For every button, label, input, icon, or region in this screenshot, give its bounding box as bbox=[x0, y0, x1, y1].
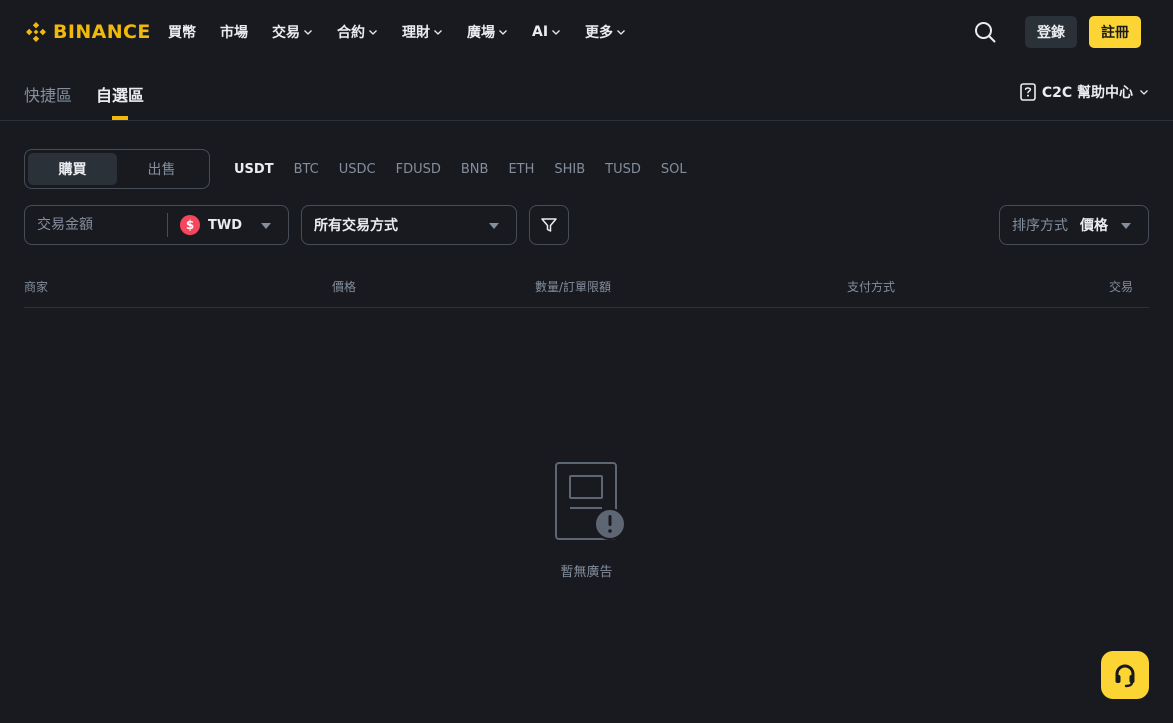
nav-item-buy-crypto[interactable]: 買幣 bbox=[168, 22, 196, 42]
filter-button[interactable] bbox=[529, 205, 569, 245]
payment-method-value: 所有交易方式 bbox=[314, 218, 398, 234]
coin-tab-usdc[interactable]: USDC bbox=[339, 160, 376, 180]
nav-item-square[interactable]: 廣場 bbox=[467, 22, 508, 42]
column-header-payment: 支付方式 bbox=[847, 280, 896, 294]
binance-logo-icon bbox=[26, 22, 46, 42]
tab-p2p[interactable]: 自選區 bbox=[96, 84, 144, 120]
table-header-divider bbox=[24, 307, 1149, 308]
nav-item-ai[interactable]: AI bbox=[532, 24, 561, 40]
caret-down-icon bbox=[489, 223, 499, 229]
column-header-merchant: 商家 bbox=[24, 280, 49, 294]
nav-item-markets[interactable]: 市場 bbox=[220, 22, 248, 42]
nav-item-label: AI bbox=[532, 24, 549, 40]
nav-actions: 登錄 註冊 bbox=[973, 16, 1141, 48]
tab-express[interactable]: 快捷區 bbox=[24, 84, 72, 120]
nav-item-trade[interactable]: 交易 bbox=[272, 22, 313, 42]
payment-method-select[interactable]: 所有交易方式 bbox=[301, 205, 517, 245]
sort-label: 排序方式 bbox=[1012, 218, 1068, 234]
fiat-label: TWD bbox=[208, 217, 242, 233]
coin-tab-sol[interactable]: SOL bbox=[661, 160, 687, 180]
login-button[interactable]: 登錄 bbox=[1025, 16, 1077, 48]
register-button[interactable]: 註冊 bbox=[1089, 16, 1141, 48]
help-center-menu[interactable]: C2C 幫助中心 bbox=[1020, 82, 1149, 102]
coin-tab-usdt[interactable]: USDT bbox=[234, 160, 274, 180]
search-icon[interactable] bbox=[973, 20, 997, 44]
chevron-down-icon bbox=[434, 30, 442, 35]
coin-tab-eth[interactable]: ETH bbox=[508, 160, 534, 180]
brand-name: BINANCE bbox=[53, 21, 151, 43]
sell-tab[interactable]: 出售 bbox=[117, 153, 206, 185]
coin-tab-btc[interactable]: BTC bbox=[294, 160, 319, 180]
support-chat-button[interactable] bbox=[1101, 651, 1149, 699]
help-document-icon bbox=[1020, 83, 1036, 101]
coin-tab-shib[interactable]: SHIB bbox=[554, 160, 585, 180]
nav-item-earn[interactable]: 理財 bbox=[402, 22, 443, 42]
amount-input[interactable] bbox=[25, 206, 167, 244]
nav-item-label: 合約 bbox=[337, 25, 365, 41]
nav-item-futures[interactable]: 合約 bbox=[337, 22, 378, 42]
chevron-down-icon bbox=[552, 30, 561, 35]
sort-value: 價格 bbox=[1080, 218, 1108, 234]
amount-filter: $ TWD bbox=[24, 205, 289, 245]
buy-tab[interactable]: 購買 bbox=[28, 153, 117, 185]
ads-table-header: 商家 價格 數量/訂單限額 支付方式 交易 bbox=[24, 278, 1149, 296]
help-center-label: C2C 幫助中心 bbox=[1041, 85, 1133, 101]
chevron-down-icon bbox=[499, 30, 507, 35]
nav-item-label: 廣場 bbox=[467, 25, 495, 41]
chevron-down-icon bbox=[304, 30, 312, 35]
sort-select[interactable]: 排序方式 價格 bbox=[999, 205, 1149, 245]
nav-item-more[interactable]: 更多 bbox=[585, 22, 626, 42]
buy-sell-toggle: 購買 出售 bbox=[24, 149, 210, 189]
coin-tab-bnb[interactable]: BNB bbox=[461, 160, 489, 180]
column-header-limit: 數量/訂單限額 bbox=[535, 280, 612, 294]
nav-item-label: 買幣 bbox=[168, 25, 196, 41]
main-menu: 買幣 市場 交易 合約 理財 廣場 AI 更多 bbox=[168, 20, 650, 44]
caret-down-icon bbox=[1121, 223, 1131, 229]
binance-logo[interactable]: BINANCE bbox=[24, 20, 151, 44]
column-header-price: 價格 bbox=[332, 280, 357, 294]
coin-tabs: USDT BTC USDC FDUSD BNB ETH SHIB TUSD SO… bbox=[234, 160, 687, 180]
coin-tab-fdusd[interactable]: FDUSD bbox=[396, 160, 441, 180]
empty-state-text: 暫無廣告 bbox=[560, 565, 613, 580]
column-header-trade: 交易 bbox=[1108, 280, 1133, 294]
nav-item-label: 理財 bbox=[402, 25, 430, 41]
chevron-down-icon bbox=[617, 30, 626, 35]
coin-tab-tusd[interactable]: TUSD bbox=[605, 160, 641, 180]
caret-down-icon bbox=[261, 223, 271, 229]
p2p-mode-tabs: 快捷區 自選區 bbox=[24, 84, 144, 120]
chevron-down-icon bbox=[1140, 90, 1148, 95]
nav-item-label: 交易 bbox=[272, 25, 300, 41]
empty-document-icon bbox=[555, 462, 626, 540]
top-nav: BINANCE 買幣 市場 交易 合約 理財 廣場 AI 更多 登錄 註冊 bbox=[0, 0, 1173, 64]
fiat-currency-icon: $ bbox=[180, 215, 200, 235]
nav-item-label: 市場 bbox=[220, 25, 248, 41]
fiat-select[interactable]: $ TWD bbox=[168, 206, 288, 244]
header-divider bbox=[0, 120, 1173, 121]
chevron-down-icon bbox=[369, 30, 377, 35]
nav-item-label: 更多 bbox=[585, 25, 614, 41]
headset-icon bbox=[1115, 664, 1135, 688]
filter-funnel-icon bbox=[541, 218, 557, 232]
